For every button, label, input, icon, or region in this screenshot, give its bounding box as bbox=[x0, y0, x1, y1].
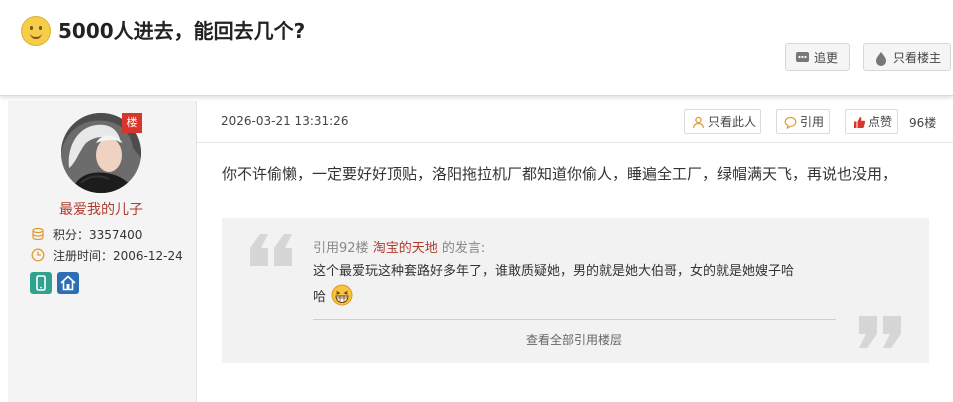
author-register-date: 注册时间：2006-12-24 bbox=[31, 247, 183, 264]
author-name[interactable]: 最爱我的儿子 bbox=[59, 199, 143, 219]
quote-header: 引用92楼 淘宝的天地 的发言: bbox=[313, 241, 486, 256]
speech-bubble-icon bbox=[784, 116, 797, 129]
user-icon bbox=[692, 116, 705, 129]
quote-button[interactable]: 引用 bbox=[776, 109, 830, 134]
floor-number: 96楼 bbox=[909, 116, 937, 130]
comment-icon bbox=[796, 52, 809, 62]
op-badge: 楼 bbox=[122, 113, 142, 133]
drop-icon bbox=[876, 52, 886, 66]
clock-icon bbox=[31, 248, 45, 262]
post-date: 2026-03-21 13:31:26 bbox=[221, 114, 349, 128]
page-title: 5000人进去，能回去几个? bbox=[58, 19, 306, 43]
author-points: 积分：3357400 bbox=[31, 226, 142, 243]
coins-icon bbox=[32, 227, 44, 241]
thread-header: 5000人进去，能回去几个? 追更 只看楼主 bbox=[0, 0, 953, 96]
quote-text-line2: 哈 bbox=[313, 284, 853, 310]
smile-icon bbox=[21, 16, 51, 46]
close-quote-icon bbox=[859, 316, 901, 348]
only-op-button[interactable]: 只看楼主 bbox=[863, 43, 951, 71]
quoted-user-link[interactable]: 淘宝的天地 bbox=[373, 241, 438, 256]
home-badge-icon[interactable] bbox=[57, 272, 79, 294]
view-all-quotes-link[interactable]: 查看全部引用楼层 bbox=[526, 331, 622, 348]
thumbs-up-icon bbox=[854, 117, 866, 128]
post-content: 你不许偷懒，一定要好好顶贴，洛阳拖拉机厂都知道你偷人，睡遍全工厂，绿帽满天飞，再… bbox=[222, 165, 898, 183]
grin-emoji-icon bbox=[331, 284, 353, 306]
open-quote-icon bbox=[250, 234, 292, 266]
divider bbox=[197, 142, 953, 143]
quote-text: 这个最爱玩这种套路好多年了，谁敢质疑她，男的就是她大伯哥，女的就是她嫂子哈 哈 bbox=[313, 260, 853, 310]
like-button[interactable]: 点赞 bbox=[845, 109, 898, 134]
quote-divider bbox=[313, 319, 836, 320]
only-this-user-button[interactable]: 只看此人 bbox=[684, 109, 761, 134]
follow-button[interactable]: 追更 bbox=[785, 43, 850, 71]
mobile-badge-icon[interactable] bbox=[30, 272, 52, 294]
